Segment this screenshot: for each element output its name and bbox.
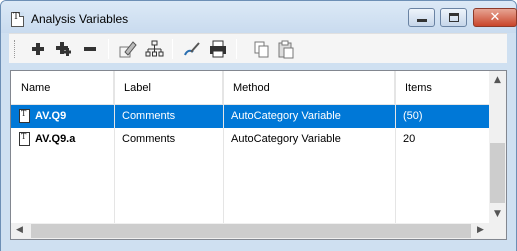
scroll-left-icon[interactable]: ◀: [11, 225, 28, 235]
toolbar-separator: [108, 39, 109, 59]
grid-header: Name Label Method Items: [11, 71, 489, 105]
horizontal-scroll-thumb[interactable]: [31, 224, 471, 238]
copy-button[interactable]: [251, 38, 273, 60]
row-name: AV.Q9.a: [35, 133, 76, 145]
column-header-method[interactable]: Method: [223, 71, 395, 105]
column-header-name[interactable]: Name: [11, 71, 114, 105]
style-button[interactable]: [181, 38, 203, 60]
add-child-button[interactable]: [53, 38, 75, 60]
row-items: 20: [403, 133, 416, 145]
hierarchy-icon: [145, 40, 164, 57]
analysis-variables-window: Analysis Variables ✕: [0, 0, 517, 251]
row-method: AutoCategory Variable: [231, 110, 341, 122]
maximize-icon: [449, 13, 459, 22]
toolbar-separator: [236, 39, 237, 59]
toolbar-grip[interactable]: [14, 40, 16, 58]
add-button[interactable]: [27, 38, 49, 60]
row-name: AV.Q9: [35, 110, 67, 122]
maximize-button[interactable]: [440, 8, 467, 27]
toolbar: [9, 33, 507, 63]
column-header-label[interactable]: Label: [114, 71, 223, 105]
vertical-scroll-thumb[interactable]: [490, 143, 505, 203]
scroll-down-icon[interactable]: ▼: [489, 209, 506, 219]
close-button[interactable]: ✕: [473, 8, 517, 27]
minimize-icon: [417, 19, 427, 22]
vertical-scrollbar[interactable]: ▲ ▼: [489, 71, 506, 223]
variables-grid: Name Label Method Items AV.Q9 Comments A…: [10, 70, 507, 240]
table-row[interactable]: AV.Q9.a Comments AutoCategory Variable 2…: [11, 128, 489, 151]
title-bar[interactable]: Analysis Variables ✕: [1, 1, 517, 33]
column-divider: [395, 71, 396, 223]
printer-icon: [210, 40, 226, 58]
column-header-items[interactable]: Items: [395, 71, 489, 105]
plus-icon: [32, 43, 44, 55]
column-divider: [223, 71, 224, 223]
print-button[interactable]: [207, 38, 229, 60]
minimize-button[interactable]: [408, 8, 435, 27]
window-title: Analysis Variables: [31, 12, 129, 26]
window-bottom-frame: [1, 241, 516, 251]
row-method: AutoCategory Variable: [231, 133, 341, 145]
remove-button[interactable]: [79, 38, 101, 60]
row-label: Comments: [122, 110, 176, 122]
document-icon: [11, 12, 24, 27]
paste-button[interactable]: [275, 38, 297, 60]
column-divider: [114, 71, 115, 223]
plus-child-icon: [56, 42, 71, 56]
close-icon: ✕: [489, 10, 501, 25]
row-label: Comments: [122, 133, 176, 145]
scroll-right-icon[interactable]: ▶: [472, 225, 489, 235]
scrollbar-corner: [489, 223, 506, 239]
toolbar-separator: [172, 39, 173, 59]
edit-button[interactable]: [117, 38, 139, 60]
hierarchy-button[interactable]: [143, 38, 165, 60]
horizontal-scrollbar[interactable]: ◀ ▶: [11, 223, 489, 239]
table-row[interactable]: AV.Q9 Comments AutoCategory Variable (50…: [11, 105, 489, 128]
minus-icon: [84, 47, 96, 51]
copy-icon: [254, 41, 269, 58]
brush-icon: [184, 42, 200, 56]
paste-icon: [278, 40, 294, 59]
scroll-up-icon[interactable]: ▲: [489, 75, 506, 85]
row-items: (50): [403, 110, 423, 122]
pencil-edit-icon: [119, 41, 137, 58]
